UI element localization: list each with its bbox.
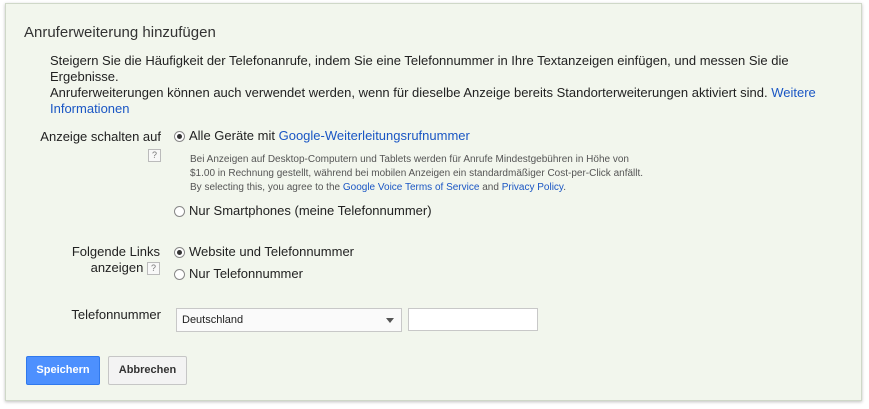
radio-smartphones[interactable] xyxy=(174,205,185,217)
anruferweiterung-dialog: Anruferweiterung hinzufügen Steigern Sie… xyxy=(5,3,862,401)
note-line-1: Bei Anzeigen auf Desktop-Computern und T… xyxy=(190,154,629,165)
all-devices-note: Bei Anzeigen auf Desktop-Computern und T… xyxy=(190,153,690,195)
save-button[interactable]: Speichern xyxy=(26,356,100,385)
help-icon[interactable]: ? xyxy=(148,149,161,163)
privacy-link[interactable]: Privacy Policy xyxy=(502,182,564,193)
dialog-title: Anruferweiterung hinzufügen xyxy=(24,24,216,41)
radio-all-devices[interactable] xyxy=(174,130,185,142)
intro-line-2-text: Anruferweiterungen können auch verwendet… xyxy=(50,85,768,100)
note-agree-text: By selecting this, you agree to the xyxy=(190,182,341,193)
option-phone-only[interactable]: Nur Telefonnummer xyxy=(174,266,303,282)
option-all-devices[interactable]: Alle Geräte mit Google-Weiterleitungsruf… xyxy=(174,128,470,144)
option-all-devices-label: Alle Geräte mit xyxy=(189,128,275,143)
help-icon[interactable]: ? xyxy=(147,262,160,276)
show-ads-on-label: Anzeige schalten auf xyxy=(40,129,161,144)
radio-phone-only[interactable] xyxy=(174,268,185,280)
google-forwarding-number-link[interactable]: Google-Weiterleitungsrufnummer xyxy=(279,128,470,144)
option-website-phone[interactable]: Website und Telefonnummer xyxy=(174,244,354,260)
country-select-value: Deutschland xyxy=(182,314,244,326)
phone-label: Telefonnummer xyxy=(71,307,161,322)
country-select[interactable]: Deutschland xyxy=(176,308,402,332)
links-shown-label-line-2: anzeigen xyxy=(90,260,144,275)
option-phone-only-label: Nur Telefonnummer xyxy=(189,266,303,281)
show-ads-on-label-group: Anzeige schalten auf ? xyxy=(26,129,161,163)
radio-website-phone[interactable] xyxy=(174,246,185,258)
intro-text: Steigern Sie die Häufigkeit der Telefona… xyxy=(50,53,850,117)
cancel-button[interactable]: Abbrechen xyxy=(108,356,187,385)
option-smartphones[interactable]: Nur Smartphones (meine Telefonnummer) xyxy=(174,203,432,219)
links-shown-label-line-2-wrap: anzeigen ? xyxy=(26,260,160,276)
links-shown-label-line-1: Folgende Links xyxy=(71,244,160,259)
note-period: . xyxy=(563,182,566,193)
note-line-2: $1.00 in Rechnung gestellt, während bei … xyxy=(190,168,644,179)
chevron-down-icon xyxy=(386,318,394,323)
note-and-text: and xyxy=(482,182,499,193)
option-smartphones-label: Nur Smartphones (meine Telefonnummer) xyxy=(189,203,432,218)
phone-number-input[interactable] xyxy=(408,308,538,331)
intro-line-1: Steigern Sie die Häufigkeit der Telefona… xyxy=(50,53,789,84)
links-shown-label-group: Folgende Links anzeigen ? xyxy=(26,244,160,276)
note-line-3: By selecting this, you agree to the Goog… xyxy=(190,181,690,195)
tos-link[interactable]: Google Voice Terms of Service xyxy=(343,182,480,193)
option-website-phone-label: Website und Telefonnummer xyxy=(189,244,355,259)
intro-line-2: Anruferweiterungen können auch verwendet… xyxy=(50,85,850,117)
